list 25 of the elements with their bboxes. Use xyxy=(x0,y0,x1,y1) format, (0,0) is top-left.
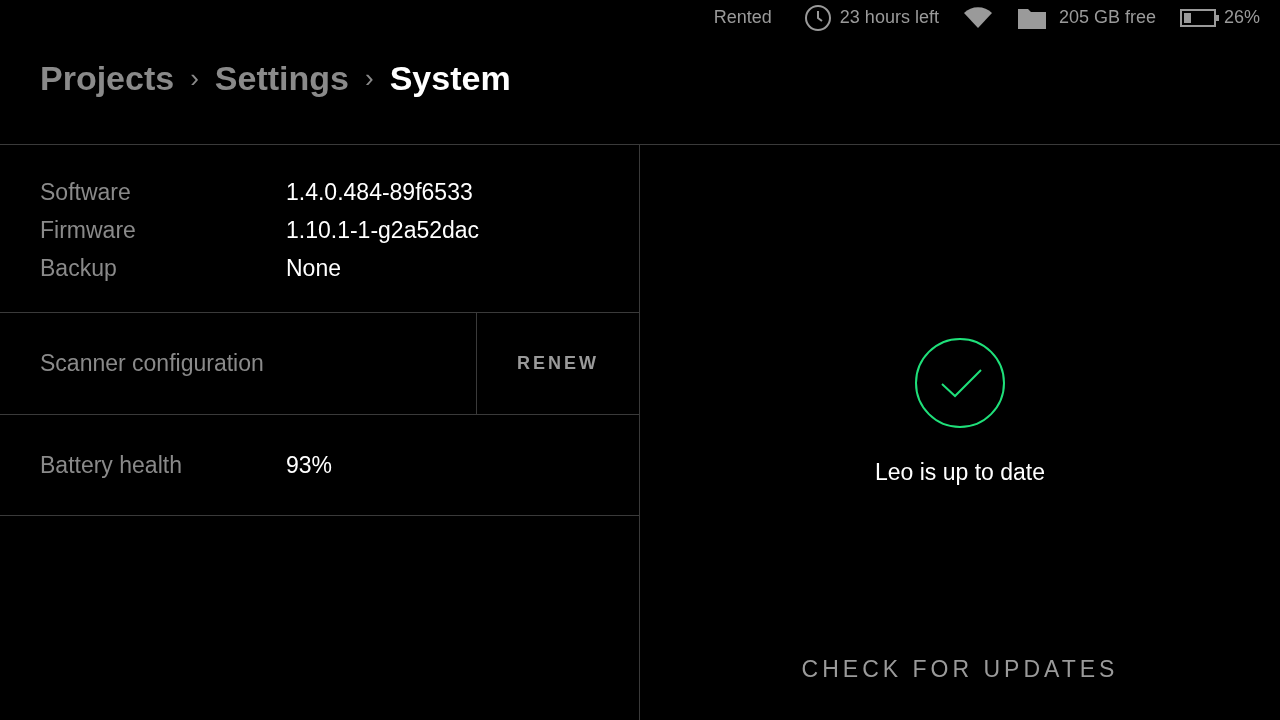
breadcrumb-item[interactable]: Projects xyxy=(40,53,175,104)
time-left: 23 hours left xyxy=(839,6,939,29)
breadcrumb-separator: › xyxy=(365,62,374,95)
check-circle-icon xyxy=(914,337,1006,429)
breadcrumb-item[interactable]: Settings xyxy=(214,53,349,104)
battery-health-label: Battery health xyxy=(40,450,183,480)
info-label: Backup xyxy=(40,253,118,283)
battery-icon xyxy=(1179,8,1216,27)
battery-health-value: 93% xyxy=(286,450,333,480)
clock-icon xyxy=(803,3,832,32)
rental-status: Rented xyxy=(713,6,772,29)
breadcrumb-separator: › xyxy=(190,62,199,95)
check-updates-button[interactable]: CHECK FOR UPDATES xyxy=(785,643,1135,694)
renew-button[interactable]: RENEW xyxy=(476,313,639,414)
storage-free: 205 GB free xyxy=(1058,6,1156,29)
info-label: Software xyxy=(40,177,132,207)
wifi-icon xyxy=(962,5,993,30)
scanner-label: Scanner configuration xyxy=(39,349,265,379)
update-status: Leo is up to date xyxy=(874,458,1046,487)
info-label: Firmware xyxy=(40,215,137,245)
breadcrumb-item[interactable]: System xyxy=(389,53,511,104)
info-value: None xyxy=(286,253,341,283)
info-value: 1.10.1-1-g2a52dac xyxy=(286,215,480,245)
battery-percent: 26% xyxy=(1223,6,1260,29)
info-value: 1.4.0.484-89f6533 xyxy=(286,177,473,207)
